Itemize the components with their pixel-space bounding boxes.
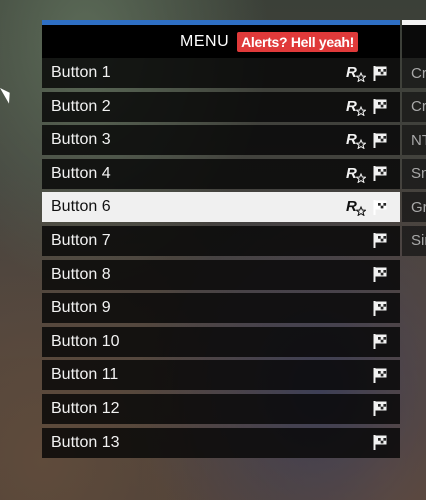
checkered-flag-icon (372, 199, 388, 215)
menu-item-icons (372, 300, 388, 316)
menu-item-label: Button 11 (51, 366, 119, 384)
checkered-flag-icon (372, 132, 388, 148)
side-panel-item[interactable]: Gri (402, 192, 426, 223)
menu-item-icons: R (346, 198, 388, 217)
menu-item[interactable]: Button 12 (42, 393, 400, 424)
checkered-flag-icon (372, 99, 388, 115)
menu-item[interactable]: Button 7 (42, 225, 400, 256)
checkered-flag-icon (372, 401, 388, 417)
menu-item-label: Button 10 (51, 332, 120, 350)
svg-text:R: R (346, 165, 357, 182)
menu-item[interactable]: Button 8 (42, 259, 400, 290)
menu-item-icons: R (346, 98, 388, 116)
side-panel-item[interactable]: Cri (402, 91, 426, 122)
menu-item[interactable]: Button 3 R (42, 125, 400, 156)
menu-item-label: Button 9 (51, 299, 111, 317)
menu-item[interactable]: Button 2 R (42, 91, 400, 122)
checkered-flag-icon (372, 267, 388, 283)
rockstar-icon: R (346, 198, 366, 217)
checkered-flag-icon (372, 65, 388, 81)
menu-item-label: Button 2 (51, 97, 111, 115)
menu-item-label: Button 7 (51, 231, 111, 249)
menu-item-label: Button 1 (51, 64, 111, 81)
side-panel-header (402, 25, 426, 58)
svg-text:R: R (346, 98, 357, 115)
menu-item-label: Button 8 (51, 265, 111, 283)
menu-item-icons (372, 367, 388, 383)
side-panel-item[interactable]: Cri (402, 58, 426, 88)
side-panel-item[interactable]: Sir (402, 225, 426, 256)
rockstar-icon: R (346, 64, 366, 82)
checkered-flag-icon (372, 334, 388, 350)
menu-item-icons: R (346, 64, 388, 82)
checkered-flag-icon (372, 300, 388, 316)
svg-text:R: R (346, 131, 357, 148)
checkered-flag-icon (372, 367, 388, 383)
side-panel-item[interactable]: Sn (402, 158, 426, 189)
menu-item-label: Button 13 (51, 433, 120, 451)
rockstar-icon: R (346, 98, 366, 116)
menu-item-label: Button 6 (51, 198, 111, 216)
menu-item-icons (372, 401, 388, 417)
menu-item-icons: R (346, 131, 388, 150)
side-panel-item[interactable]: NT (402, 125, 426, 156)
rockstar-icon: R (346, 131, 366, 150)
side-panel-list: Cri Cri NTSn GriSir (402, 58, 426, 256)
menu-item[interactable]: Button 9 (42, 293, 400, 324)
checkered-flag-icon (372, 233, 388, 249)
menu-item-icons (372, 334, 388, 350)
menu-item[interactable]: Button 1 R (42, 58, 400, 88)
menu-item-label: Button 4 (51, 164, 111, 182)
menu-item[interactable]: Button 10 (42, 326, 400, 357)
svg-text:R: R (346, 64, 357, 81)
menu-item[interactable]: Button 13 (42, 427, 400, 458)
menu-item-icons: R (346, 165, 388, 183)
menu-item[interactable]: Button 6 R (42, 192, 400, 223)
menu-item-label: Button 12 (51, 399, 120, 417)
menu-item[interactable]: Button 11 (42, 360, 400, 391)
svg-text:R: R (346, 198, 357, 215)
checkered-flag-icon (372, 435, 388, 451)
side-panel: Cri Cri NTSn GriSir (402, 20, 426, 256)
checkered-flag-icon (372, 166, 388, 182)
menu-item-list: Button 1 R Button 2 R Button 3 R Button 4 R Butt… (42, 58, 400, 458)
menu-panel: MENU Alerts? Hell yeah! Button 1 R Button … (42, 20, 400, 458)
menu-item-label: Button 3 (51, 131, 111, 149)
menu-item-icons (372, 233, 388, 249)
rockstar-icon: R (346, 165, 366, 183)
menu-title: MENU (180, 32, 230, 50)
menu-item-icons (372, 267, 388, 283)
alert-badge: Alerts? Hell yeah! (237, 31, 358, 52)
menu-header: MENU Alerts? Hell yeah! (42, 25, 400, 58)
menu-item-icons (372, 435, 388, 451)
menu-item[interactable]: Button 4 R (42, 158, 400, 189)
mouse-cursor-icon (0, 85, 15, 104)
